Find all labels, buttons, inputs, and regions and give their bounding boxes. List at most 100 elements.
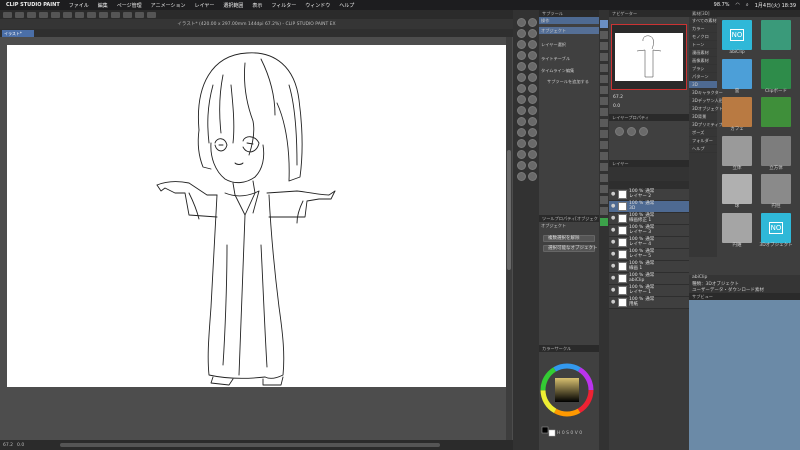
border-effect-icon[interactable] xyxy=(615,127,624,136)
eye-icon[interactable]: ● xyxy=(611,288,616,293)
layer-row[interactable]: ● 100 % 通常 用紙 xyxy=(609,297,689,309)
document-tab[interactable]: イラスト* xyxy=(2,30,34,37)
quick-btn-17[interactable] xyxy=(517,106,526,115)
selection-tool-icon[interactable] xyxy=(600,42,608,50)
quick-btn-20[interactable] xyxy=(528,117,537,126)
layer-row[interactable]: ● 100 % 通常 レイヤー 5 xyxy=(609,249,689,261)
material-tile[interactable]: Clipボード xyxy=(758,58,794,95)
battery-status[interactable]: 98.7% xyxy=(714,2,730,8)
transform-icon[interactable] xyxy=(87,11,96,18)
layer-row[interactable]: ● 100 % 通常 abiClip xyxy=(609,273,689,285)
material-tile[interactable]: NO abiClip xyxy=(719,20,755,56)
text-tool-icon[interactable] xyxy=(600,185,608,193)
quick-btn-3[interactable] xyxy=(517,29,526,38)
material-category[interactable]: 3Dオブジェクト xyxy=(689,105,723,113)
fill-icon[interactable] xyxy=(75,11,84,18)
undo-icon[interactable] xyxy=(39,11,48,18)
eye-icon[interactable]: ● xyxy=(611,252,616,257)
menu-edit[interactable]: 編集 xyxy=(98,2,108,9)
clear-icon[interactable] xyxy=(63,11,72,18)
quick-btn-26[interactable] xyxy=(528,150,537,159)
eye-icon[interactable]: ● xyxy=(611,204,616,209)
navigator-zoom[interactable]: 67.2 xyxy=(613,95,623,101)
quick-btn-19[interactable] xyxy=(517,117,526,126)
quick-btn-12[interactable] xyxy=(528,73,537,82)
quick-btn-5[interactable] xyxy=(517,40,526,49)
eye-icon[interactable]: ● xyxy=(611,192,616,197)
material-category[interactable]: 3Dキャラクター xyxy=(689,89,723,97)
redo-icon[interactable] xyxy=(51,11,60,18)
figure-tool-icon[interactable] xyxy=(600,152,608,160)
quick-btn-13[interactable] xyxy=(517,84,526,93)
quick-btn-6[interactable] xyxy=(528,40,537,49)
quick-btn-15[interactable] xyxy=(517,95,526,104)
deselect-multiple-button[interactable]: 複数選択を解除 xyxy=(543,235,595,242)
eye-icon[interactable]: ● xyxy=(611,240,616,245)
clock[interactable]: 1月4日(火) 18:39 xyxy=(755,2,796,9)
quick-btn-18[interactable] xyxy=(528,106,537,115)
quick-btn-8[interactable] xyxy=(528,51,537,60)
quick-btn-7[interactable] xyxy=(517,51,526,60)
material-tile[interactable]: カフェ xyxy=(719,97,755,133)
quick-btn-4[interactable] xyxy=(528,29,537,38)
material-category[interactable]: 3D xyxy=(689,81,717,89)
wifi-icon[interactable]: ◠ xyxy=(736,2,740,8)
layer-row[interactable]: ● 100 % 通常 レイヤー 4 xyxy=(609,237,689,249)
selectable-objects-button[interactable]: 選択可能なオブジェクト xyxy=(543,245,598,252)
menu-animation[interactable]: アニメーション xyxy=(151,2,186,9)
deselect-icon[interactable] xyxy=(99,11,108,18)
layer-row[interactable]: ● 100 % 通常 線画 1 xyxy=(609,261,689,273)
material-category[interactable]: ポーズ xyxy=(689,129,717,137)
menu-help[interactable]: ヘルプ xyxy=(339,2,354,9)
menu-window[interactable]: ウィンドウ xyxy=(305,2,330,9)
search-icon[interactable]: ⌕ xyxy=(746,2,749,8)
material-category[interactable]: ヘルプ xyxy=(689,145,717,153)
menu-layer[interactable]: レイヤー xyxy=(194,2,214,9)
material-tile[interactable]: 雲 xyxy=(719,58,755,95)
layer-row[interactable]: ● 100 % 通常 3D xyxy=(609,201,689,213)
eye-icon[interactable]: ● xyxy=(611,228,616,233)
subtool-light-table[interactable]: ライトテーブル xyxy=(539,55,599,62)
zoom-readout[interactable]: 67.2 xyxy=(3,443,13,448)
canvas-paper[interactable] xyxy=(7,45,507,387)
material-category[interactable]: 画像素材 xyxy=(689,57,717,65)
fill-tool-icon[interactable] xyxy=(600,130,608,138)
material-tile[interactable]: 円錐 xyxy=(719,212,755,249)
quick-btn-25[interactable] xyxy=(517,150,526,159)
balloon-tool-icon[interactable] xyxy=(600,196,608,204)
airbrush-tool-icon[interactable] xyxy=(600,97,608,105)
eyedropper-tool-icon[interactable] xyxy=(600,53,608,61)
quick-btn-27[interactable] xyxy=(517,161,526,170)
save-icon[interactable] xyxy=(27,11,36,18)
eye-icon[interactable]: ● xyxy=(611,276,616,281)
quick-btn-1[interactable] xyxy=(517,18,526,27)
vertical-scroll-thumb[interactable] xyxy=(507,150,511,270)
quick-btn-28[interactable] xyxy=(528,161,537,170)
quick-btn-9[interactable] xyxy=(517,62,526,71)
material-category[interactable]: 3Dデッサン人形 xyxy=(689,97,723,105)
quick-btn-16[interactable] xyxy=(528,95,537,104)
layer-color-icon[interactable] xyxy=(627,127,636,136)
snap-ruler-icon[interactable] xyxy=(123,11,132,18)
material-tile[interactable] xyxy=(758,20,794,56)
material-category[interactable]: ブラシ xyxy=(689,65,717,73)
menu-file[interactable]: ファイル xyxy=(69,2,89,9)
material-tile[interactable] xyxy=(758,97,794,133)
quick-btn-30[interactable] xyxy=(528,172,537,181)
gradient-tool-icon[interactable] xyxy=(600,141,608,149)
frame-tool-icon[interactable] xyxy=(600,163,608,171)
material-tile[interactable]: 球 xyxy=(719,174,755,210)
subview-area[interactable] xyxy=(689,300,800,450)
eye-icon[interactable]: ● xyxy=(611,216,616,221)
move-tool-icon[interactable] xyxy=(600,31,608,39)
quick-btn-10[interactable] xyxy=(528,62,537,71)
snap-perspective-icon[interactable] xyxy=(147,11,156,18)
eye-icon[interactable]: ● xyxy=(611,300,616,305)
layer-row[interactable]: ● 100 % 通常 線画修正 1 xyxy=(609,213,689,225)
navigator-preview[interactable] xyxy=(611,24,687,90)
material-tile[interactable]: 立体 xyxy=(719,135,755,172)
navigator-angle[interactable]: 0.0 xyxy=(613,104,620,110)
main-color-swatch[interactable] xyxy=(600,218,608,226)
menu-filter[interactable]: フィルター xyxy=(271,2,296,9)
quick-btn-14[interactable] xyxy=(528,84,537,93)
